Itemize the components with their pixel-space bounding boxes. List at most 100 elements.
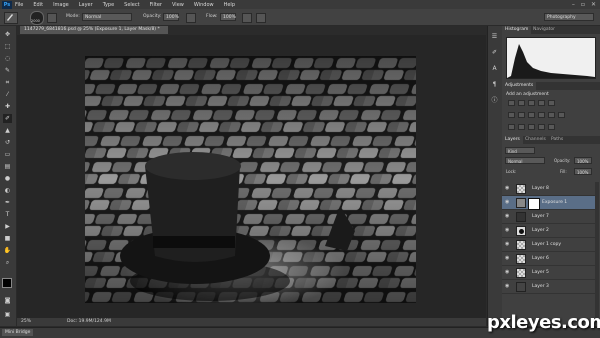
- brush-tool-icon[interactable]: ✐: [3, 114, 12, 123]
- visibility-eye-icon[interactable]: ◉: [505, 228, 510, 233]
- fill-input[interactable]: 100%: [574, 168, 592, 175]
- airbrush-icon[interactable]: [242, 13, 252, 23]
- brightness-contrast-icon[interactable]: [508, 100, 515, 106]
- doc-size-info[interactable]: Doc: 19.9M/124.9M: [67, 318, 111, 326]
- dodge-tool-icon[interactable]: ◐: [3, 186, 12, 195]
- lasso-tool-icon[interactable]: ◌: [3, 54, 12, 63]
- flow-input[interactable]: 100%: [220, 13, 236, 21]
- visibility-eye-icon[interactable]: ◉: [505, 256, 510, 261]
- black-white-icon[interactable]: [528, 112, 535, 118]
- layer-row[interactable]: ◉ Layer 3: [502, 280, 598, 294]
- photo-filter-icon[interactable]: [538, 112, 545, 118]
- layer-row[interactable]: ◉ Layer 6: [502, 252, 598, 266]
- gradient-map-icon[interactable]: [538, 124, 545, 130]
- visibility-eye-icon[interactable]: ◉: [505, 214, 510, 219]
- gradient-tool-icon[interactable]: ▤: [3, 162, 12, 171]
- invert-icon[interactable]: [508, 124, 515, 130]
- selective-color-icon[interactable]: [548, 124, 555, 130]
- visibility-eye-icon[interactable]: ◉: [505, 284, 510, 289]
- tab-paths[interactable]: Paths: [548, 136, 566, 144]
- layer-mask-thumbnail[interactable]: [528, 198, 540, 210]
- history-panel-icon[interactable]: ☰: [490, 32, 499, 41]
- visibility-eye-icon[interactable]: ◉: [505, 186, 510, 191]
- properties-panel-icon[interactable]: ⓘ: [490, 96, 499, 105]
- path-select-tool-icon[interactable]: ▶: [3, 222, 12, 231]
- workspace-select[interactable]: Photography: [544, 13, 594, 21]
- layer-row-selected[interactable]: ◉ Exposure 1: [502, 196, 598, 210]
- color-balance-icon[interactable]: [518, 112, 525, 118]
- move-tool-icon[interactable]: ✥: [3, 30, 12, 39]
- mini-bridge-tab[interactable]: Mini Bridge: [2, 329, 34, 336]
- pressure-size-icon[interactable]: [256, 13, 266, 23]
- menu-filter[interactable]: Filter: [150, 2, 162, 8]
- layer-row[interactable]: ◉ Layer 1 copy: [502, 238, 598, 252]
- pressure-opacity-icon[interactable]: [186, 13, 196, 23]
- history-brush-tool-icon[interactable]: ↺: [3, 138, 12, 147]
- foreground-color-swatch[interactable]: [2, 278, 12, 288]
- menu-file[interactable]: File: [15, 2, 23, 8]
- exposure-icon[interactable]: [538, 100, 545, 106]
- tab-histogram[interactable]: Histogram: [502, 26, 532, 34]
- layer-filter-kind[interactable]: Kind: [505, 147, 535, 154]
- tab-channels[interactable]: Channels: [522, 136, 549, 144]
- channel-mixer-icon[interactable]: [548, 112, 555, 118]
- eyedropper-tool-icon[interactable]: ⁄: [3, 90, 12, 99]
- healing-brush-tool-icon[interactable]: ✚: [3, 102, 12, 111]
- menu-window[interactable]: Window: [194, 2, 214, 8]
- brush-tool-preset-icon[interactable]: [4, 12, 18, 24]
- maximize-icon[interactable]: ▫: [581, 1, 585, 8]
- brush-panel-toggle-icon[interactable]: [47, 13, 57, 23]
- type-tool-icon[interactable]: T: [3, 210, 12, 219]
- layer-opacity-input[interactable]: 100%: [574, 157, 592, 164]
- tab-adjustments[interactable]: Adjustments: [502, 82, 537, 90]
- menu-help[interactable]: Help: [224, 2, 235, 8]
- curves-icon[interactable]: [528, 100, 535, 106]
- photoshop-logo[interactable]: Ps: [2, 0, 12, 9]
- brush-panel-icon[interactable]: ✐: [490, 48, 499, 57]
- menu-edit[interactable]: Edit: [33, 2, 43, 8]
- clone-stamp-tool-icon[interactable]: ▲: [3, 126, 12, 135]
- zoom-level[interactable]: 25%: [21, 318, 31, 326]
- layer-row[interactable]: ◉ Layer 7: [502, 210, 598, 224]
- color-lookup-icon[interactable]: [558, 112, 565, 118]
- eraser-tool-icon[interactable]: ▭: [3, 150, 12, 159]
- tab-navigator[interactable]: Navigator: [530, 26, 558, 34]
- opacity-input[interactable]: 100%: [163, 13, 179, 21]
- hand-tool-icon[interactable]: ✋: [3, 246, 12, 255]
- marquee-tool-icon[interactable]: ⬚: [3, 42, 12, 51]
- quick-mask-icon[interactable]: ◙: [3, 296, 12, 305]
- canvas-area[interactable]: [17, 35, 486, 318]
- layer-row[interactable]: ◉ Layer 2: [502, 224, 598, 238]
- visibility-eye-icon[interactable]: ◉: [505, 200, 510, 205]
- vibrance-icon[interactable]: [548, 100, 555, 106]
- layer-row[interactable]: ◉ Layer 8: [502, 182, 598, 196]
- menu-layer[interactable]: Layer: [79, 2, 93, 8]
- paragraph-panel-icon[interactable]: ¶: [490, 80, 499, 89]
- shape-tool-icon[interactable]: ■: [3, 234, 12, 243]
- layer-row[interactable]: ◉ Layer 5: [502, 266, 598, 280]
- close-icon[interactable]: ✕: [591, 1, 596, 8]
- menu-type[interactable]: Type: [103, 2, 114, 8]
- menu-view[interactable]: View: [172, 2, 184, 8]
- crop-tool-icon[interactable]: ⌗: [3, 78, 12, 87]
- mode-select[interactable]: Normal: [82, 13, 132, 21]
- posterize-icon[interactable]: [518, 124, 525, 130]
- tab-layers[interactable]: Layers: [502, 136, 523, 144]
- character-panel-icon[interactable]: A: [490, 64, 499, 73]
- minimize-icon[interactable]: –: [572, 1, 575, 8]
- threshold-icon[interactable]: [528, 124, 535, 130]
- menu-select[interactable]: Select: [124, 2, 139, 8]
- document-tab[interactable]: 1147279_6841816.psd @ 25% (Exposure 1, L…: [20, 26, 168, 34]
- pen-tool-icon[interactable]: ✒: [3, 198, 12, 207]
- screen-mode-icon[interactable]: ▣: [3, 310, 12, 319]
- levels-icon[interactable]: [518, 100, 525, 106]
- visibility-eye-icon[interactable]: ◉: [505, 242, 510, 247]
- hue-saturation-icon[interactable]: [508, 112, 515, 118]
- document-canvas[interactable]: [85, 56, 416, 303]
- visibility-eye-icon[interactable]: ◉: [505, 270, 510, 275]
- menu-image[interactable]: Image: [53, 2, 69, 8]
- layer-blend-mode[interactable]: Normal: [505, 157, 545, 164]
- layers-scrollbar[interactable]: [595, 182, 599, 322]
- blur-tool-icon[interactable]: ●: [3, 174, 12, 183]
- quick-select-tool-icon[interactable]: ✎: [3, 66, 12, 75]
